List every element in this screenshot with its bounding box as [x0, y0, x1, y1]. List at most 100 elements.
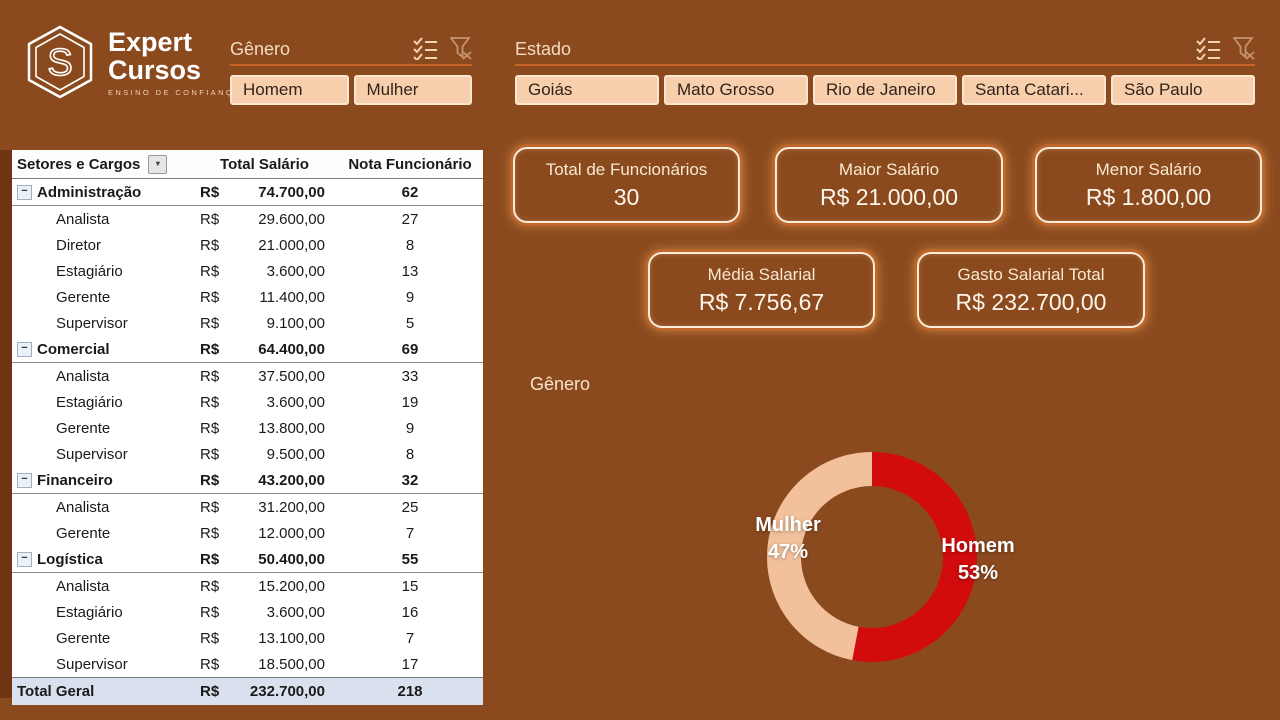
row-label: Financeiro [37, 472, 113, 489]
logo-tagline: ENSINO DE CONFIANÇA [108, 89, 241, 97]
slicer-genero-button-homem[interactable]: Homem [230, 75, 349, 105]
amount: 18.500,00 [226, 656, 337, 673]
row-label: Gerente [56, 525, 110, 542]
row-label: Analista [56, 499, 109, 516]
row-label: Supervisor [56, 315, 128, 332]
currency: R$ [192, 604, 226, 621]
kpi-card-maior-salario: Maior Salário R$ 21.000,00 [775, 147, 1003, 223]
currency: R$ [192, 315, 226, 332]
currency: R$ [192, 472, 226, 489]
kpi-value: R$ 21.000,00 [820, 184, 958, 211]
table-total-row: Total Geral R$232.700,00 218 [12, 677, 483, 705]
slicer-button-label: Homem [243, 80, 303, 100]
nota: 16 [337, 604, 483, 621]
slicer-button-label: Rio de Janeiro [826, 80, 936, 100]
slicer-estado-title: Estado [515, 39, 571, 60]
collapse-icon[interactable]: − [17, 473, 32, 488]
kpi-value: R$ 232.700,00 [956, 289, 1107, 316]
slicer-estado-button-goias[interactable]: Goiás [515, 75, 659, 105]
donut-label-text: Homem [941, 535, 1014, 557]
collapse-icon[interactable]: − [17, 552, 32, 567]
table-row: Estagiário R$3.600,00 16 [12, 599, 483, 625]
dropdown-arrow-icon[interactable]: ▾ [148, 155, 167, 174]
currency: R$ [192, 289, 226, 306]
table-row: Supervisor R$9.100,00 5 [12, 310, 483, 336]
nota: 55 [337, 551, 483, 568]
pivot-table: Setores e Cargos ▾ Total Salário Nota Fu… [0, 150, 483, 705]
row-label: Gerente [56, 420, 110, 437]
nota: 8 [337, 446, 483, 463]
kpi-title: Gasto Salarial Total [957, 265, 1104, 285]
nota: 9 [337, 420, 483, 437]
amount: 74.700,00 [226, 184, 337, 201]
row-label: Diretor [56, 237, 101, 254]
row-label: Analista [56, 368, 109, 385]
slicer-estado-underline [515, 64, 1255, 66]
amount: 64.400,00 [226, 341, 337, 358]
currency: R$ [192, 446, 226, 463]
clear-filter-icon[interactable] [1233, 37, 1255, 60]
kpi-value: R$ 7.756,67 [699, 289, 824, 316]
nota: 15 [337, 578, 483, 595]
table-row: Supervisor R$9.500,00 8 [12, 441, 483, 467]
nota: 33 [337, 368, 483, 385]
donut-chart-title: Gênero [530, 374, 590, 395]
slicer-genero-button-mulher[interactable]: Mulher [354, 75, 473, 105]
row-label: Comercial [37, 341, 110, 358]
amount: 50.400,00 [226, 551, 337, 568]
kpi-value: 30 [614, 184, 640, 211]
amount: 232.700,00 [226, 683, 337, 700]
nota: 218 [337, 683, 483, 700]
clear-filter-icon[interactable] [450, 37, 472, 60]
row-label: Logística [37, 551, 103, 568]
slicer-estado-button-rio-de-janeiro[interactable]: Rio de Janeiro [813, 75, 957, 105]
pivot-header-total-salario: Total Salário [192, 156, 337, 173]
table-row: −Logística R$50.400,00 55 [12, 546, 483, 573]
table-row: Analista R$15.200,00 15 [12, 573, 483, 599]
multi-select-icon[interactable] [1196, 37, 1221, 60]
row-label: Supervisor [56, 656, 128, 673]
pivot-header-setores: Setores e Cargos [17, 156, 140, 173]
kpi-value: R$ 1.800,00 [1086, 184, 1211, 211]
table-row: −Financeiro R$43.200,00 32 [12, 467, 483, 494]
slicer-estado-button-mato-grosso[interactable]: Mato Grosso [664, 75, 808, 105]
amount: 11.400,00 [226, 289, 337, 306]
collapse-icon[interactable]: − [17, 342, 32, 357]
slicer-estado-button-santa-catarina[interactable]: Santa Catari... [962, 75, 1106, 105]
slicer-estado-button-sao-paulo[interactable]: São Paulo [1111, 75, 1255, 105]
table-row: −Administração R$74.700,00 62 [12, 179, 483, 206]
collapse-icon[interactable]: − [17, 185, 32, 200]
kpi-card-menor-salario: Menor Salário R$ 1.800,00 [1035, 147, 1262, 223]
nota: 25 [337, 499, 483, 516]
table-row: Estagiário R$3.600,00 19 [12, 389, 483, 415]
table-row: Supervisor R$18.500,00 17 [12, 651, 483, 677]
nota: 19 [337, 394, 483, 411]
slicer-button-label: São Paulo [1124, 80, 1202, 100]
multi-select-icon[interactable] [413, 37, 438, 60]
currency: R$ [192, 499, 226, 516]
slicer-button-label: Mato Grosso [677, 80, 774, 100]
pivot-left-edge [0, 150, 12, 698]
row-label: Supervisor [56, 446, 128, 463]
amount: 9.500,00 [226, 446, 337, 463]
table-row: Diretor R$21.000,00 8 [12, 232, 483, 258]
row-label: Total Geral [17, 683, 94, 700]
nota: 7 [337, 630, 483, 647]
currency: R$ [192, 211, 226, 228]
row-label: Gerente [56, 289, 110, 306]
pivot-header-row: Setores e Cargos ▾ Total Salário Nota Fu… [12, 150, 483, 179]
row-label: Analista [56, 211, 109, 228]
table-row: Gerente R$13.800,00 9 [12, 415, 483, 441]
table-row: Gerente R$12.000,00 7 [12, 520, 483, 546]
currency: R$ [192, 263, 226, 280]
slicer-button-label: Mulher [367, 80, 419, 100]
slicer-button-label: Goiás [528, 80, 572, 100]
amount: 29.600,00 [226, 211, 337, 228]
table-row: Analista R$31.200,00 25 [12, 494, 483, 520]
amount: 21.000,00 [226, 237, 337, 254]
row-label: Estagiário [56, 394, 123, 411]
row-label: Gerente [56, 630, 110, 647]
amount: 13.800,00 [226, 420, 337, 437]
logo-line2: Cursos [108, 56, 241, 84]
table-row: Estagiário R$3.600,00 13 [12, 258, 483, 284]
